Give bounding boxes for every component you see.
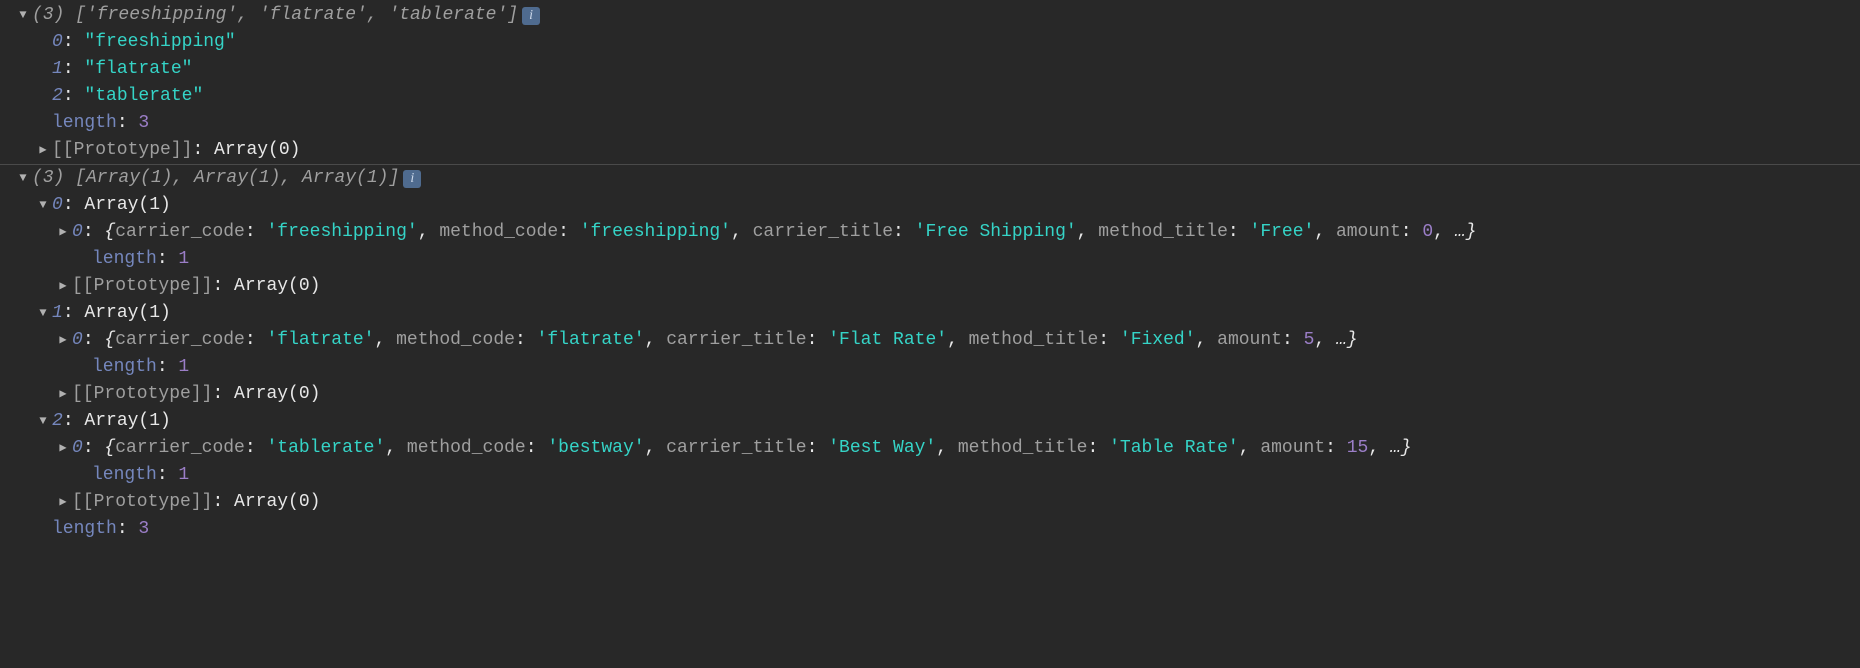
chevron-right-icon[interactable]: ▶ (36, 137, 50, 164)
array-summary: (3) [Array(1), Array(1), Array(1)] (32, 165, 399, 192)
prototype-value: Array(0) (214, 137, 300, 164)
prototype-label: [[Prototype]] (72, 273, 212, 300)
prototype-label: [[Prototype]] (52, 137, 192, 164)
length-label: length (52, 516, 117, 543)
array-group-header[interactable]: ▼1: Array(1) (0, 300, 1860, 327)
array-index: 0 (52, 192, 63, 219)
chevron-right-icon[interactable]: ▶ (56, 435, 70, 462)
info-icon[interactable]: i (522, 7, 540, 25)
length-label: length (92, 246, 157, 273)
length-row: ▶ length: 3 (0, 110, 1860, 137)
length-value: 3 (138, 516, 149, 543)
length-row: ▶ length: 3 (0, 516, 1860, 543)
array-index: 1 (52, 56, 63, 83)
prototype-row[interactable]: ▶[[Prototype]]: Array(0) (0, 489, 1860, 516)
array-group-header[interactable]: ▼0: Array(1) (0, 192, 1860, 219)
prototype-row[interactable]: ▶[[Prototype]]: Array(0) (0, 381, 1860, 408)
chevron-down-icon[interactable]: ▼ (36, 192, 50, 219)
length-label: length (92, 462, 157, 489)
array-type: Array(1) (84, 300, 170, 327)
object-preview[interactable]: ▶0: {carrier_code: 'freeshipping', metho… (0, 219, 1860, 246)
chevron-right-icon[interactable]: ▶ (56, 327, 70, 354)
array-index: 2 (52, 83, 63, 110)
log-entry-2-summary[interactable]: ▼ (3) [Array(1), Array(1), Array(1)] i (0, 165, 1860, 192)
chevron-down-icon[interactable]: ▼ (36, 408, 50, 435)
array-index: 0 (52, 29, 63, 56)
prototype-value: Array(0) (234, 489, 320, 516)
array-index: 1 (52, 300, 63, 327)
prototype-label: [[Prototype]] (72, 489, 212, 516)
array-item: ▶0: "freeshipping" (0, 29, 1860, 56)
length-value: 1 (178, 462, 189, 489)
log-entry-1-summary[interactable]: ▼ (3) ['freeshipping', 'flatrate', 'tabl… (0, 2, 1860, 29)
length-label: length (52, 110, 117, 137)
array-value: "flatrate" (84, 56, 192, 83)
array-group-header[interactable]: ▼2: Array(1) (0, 408, 1860, 435)
prototype-value: Array(0) (234, 273, 320, 300)
array-item: ▶1: "flatrate" (0, 56, 1860, 83)
length-label: length (92, 354, 157, 381)
length-value: 1 (178, 246, 189, 273)
chevron-down-icon[interactable]: ▼ (36, 300, 50, 327)
devtools-console: ▼ (3) ['freeshipping', 'flatrate', 'tabl… (0, 0, 1860, 668)
array-value: "freeshipping" (84, 29, 235, 56)
prototype-row[interactable]: ▶[[Prototype]]: Array(0) (0, 273, 1860, 300)
array-index: 2 (52, 408, 63, 435)
chevron-down-icon[interactable]: ▼ (16, 165, 30, 192)
length-value: 3 (138, 110, 149, 137)
prototype-value: Array(0) (234, 381, 320, 408)
object-preview[interactable]: ▶0: {carrier_code: 'tablerate', method_c… (0, 435, 1860, 462)
chevron-right-icon[interactable]: ▶ (56, 219, 70, 246)
length-value: 1 (178, 354, 189, 381)
object-preview[interactable]: ▶0: {carrier_code: 'flatrate', method_co… (0, 327, 1860, 354)
array-type: Array(1) (84, 408, 170, 435)
prototype-label: [[Prototype]] (72, 381, 212, 408)
array-value: "tablerate" (84, 83, 203, 110)
array-summary: (3) ['freeshipping', 'flatrate', 'tabler… (32, 2, 518, 29)
chevron-right-icon[interactable]: ▶ (56, 381, 70, 408)
length-row: ▶length: 1 (0, 246, 1860, 273)
object-index: 0 (72, 219, 83, 246)
length-row: ▶length: 1 (0, 354, 1860, 381)
info-icon[interactable]: i (403, 170, 421, 188)
chevron-right-icon[interactable]: ▶ (56, 273, 70, 300)
object-index: 0 (72, 435, 83, 462)
object-index: 0 (72, 327, 83, 354)
array-type: Array(1) (84, 192, 170, 219)
prototype-row[interactable]: ▶ [[Prototype]]: Array(0) (0, 137, 1860, 164)
chevron-down-icon[interactable]: ▼ (16, 2, 30, 29)
length-row: ▶length: 1 (0, 462, 1860, 489)
chevron-right-icon[interactable]: ▶ (56, 489, 70, 516)
array-item: ▶2: "tablerate" (0, 83, 1860, 110)
